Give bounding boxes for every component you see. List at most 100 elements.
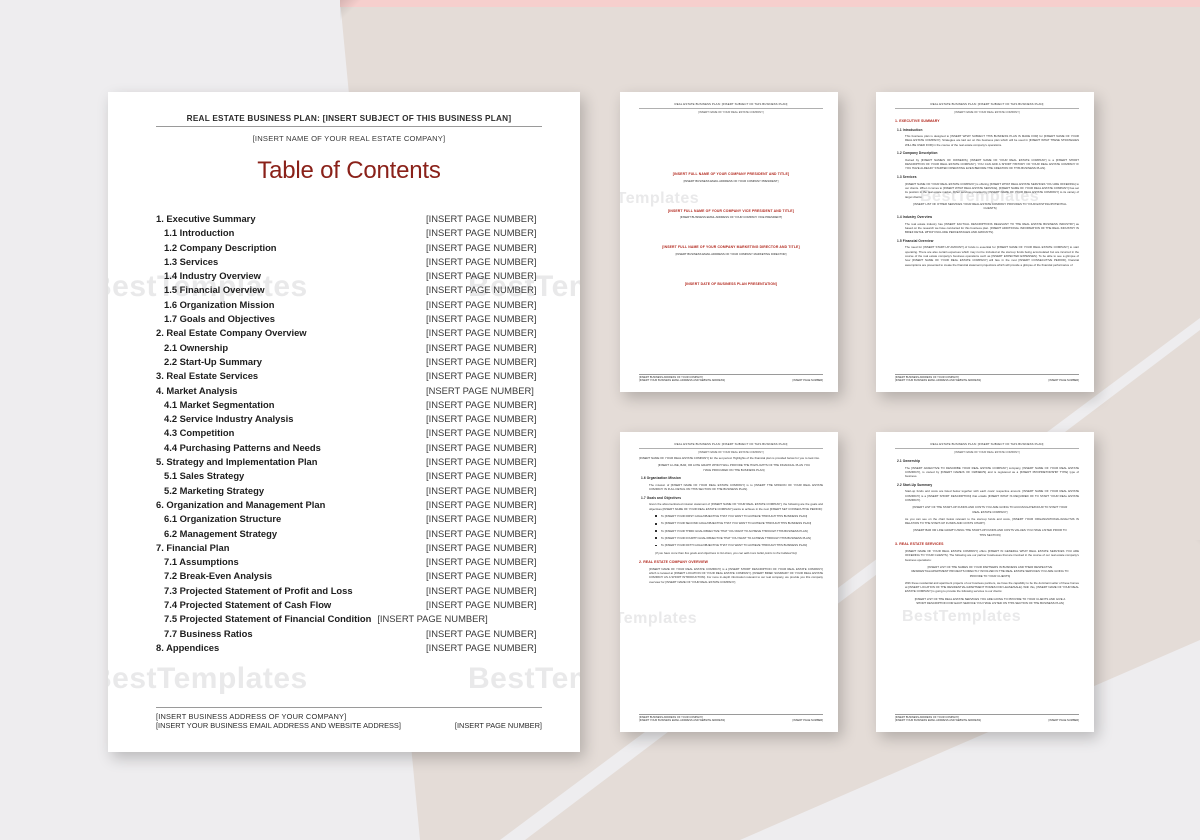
section-heading-company-overview: 2. REAL ESTATE COMPANY OVERVIEW	[639, 559, 709, 564]
toc-entry[interactable]: 7. Financial Plan [INSERT PAGE NUMBER]	[156, 541, 542, 555]
toc-entry[interactable]: 7.5 Projected Statement of Financial Con…	[156, 612, 542, 626]
toc-entry[interactable]: 7.4 Projected Statement of Cash Flow [INS…	[156, 598, 542, 612]
toc-entry[interactable]: 4.1 Market Segmentation [INSERT PAGE NUMB…	[156, 398, 542, 412]
toc-entry-label: 1.3 Services	[164, 255, 219, 267]
toc-entry[interactable]: 6.2 Management Strategy [INSERT PAGE NUMB…	[156, 527, 542, 541]
toc-entry[interactable]: 1.3 Services [INSERT PAGE NUMBER]	[156, 255, 542, 269]
document-page-contacts[interactable]: BestTemplates REAL ESTATE BUSINESS PLAN:…	[620, 92, 838, 392]
footer-page-number: [INSERT PAGE NUMBER]	[792, 719, 823, 722]
toc-entry[interactable]: 4.2 Service Industry Analysis [INSERT PAG…	[156, 412, 542, 426]
toc-entry-label: 1.2 Company Description	[164, 241, 277, 253]
placeholder-startup-list: [INSERT LIST OF THE START-UP FUNDS AND C…	[912, 505, 1068, 514]
toc-entry-label: 5.1 Sales Strategy	[164, 470, 245, 482]
toc-entry-page-number: [INSERT PAGE NUMBER]	[426, 270, 537, 282]
section-heading-real-estate-services: 3. REAL ESTATE SERVICES	[895, 542, 944, 547]
toc-entry-label: 1. Executive Summary	[156, 213, 256, 224]
toc-entry[interactable]: 1.5 Financial Overview [INSERT PAGE NUMBE…	[156, 283, 542, 297]
toc-entry[interactable]: 1.2 Company Description [INSERT PAGE NUMB…	[156, 241, 542, 255]
toc-entry[interactable]: 1.4 Industry Overview [INSERT PAGE NUMBER…	[156, 269, 542, 283]
footer-email: [INSERT YOUR BUSINESS EMAIL ADDRESS AND …	[156, 721, 401, 730]
toc-entry[interactable]: 1.7 Goals and Objectives [INSERT PAGE NUM…	[156, 312, 542, 326]
footer-page-number: [INSERT PAGE NUMBER]	[1048, 719, 1079, 722]
company-name-line: [INSERT NAME OF YOUR REAL ESTATE COMPANY…	[954, 451, 1020, 454]
goal-bullet-item: To [INSERT YOUR FIFTH GOAL/OBJECTIVE THA…	[655, 543, 823, 547]
toc-entry-label: 7. Financial Plan	[156, 541, 230, 553]
toc-entry[interactable]: 8. Appendices [INSERT PAGE NUMBER]	[156, 641, 542, 655]
table-of-contents-list: 1. Executive Summary [INSERT PAGE NUMBER]…	[156, 212, 542, 655]
toc-entry-page-number: [INSERT PAGE NUMBER]	[426, 427, 537, 439]
toc-entry-label: 2.2 Start-Up Summary	[164, 355, 262, 367]
toc-entry-label: 4.3 Competition	[164, 427, 235, 439]
paragraph-ownership: The [INSERT ADJECTIVE TO DESCRIBE YOUR R…	[905, 465, 1079, 479]
toc-entry-page-number: [INSERT PAGE NUMBER]	[426, 227, 537, 239]
placeholder-startup-graph-note: [INSERT BAR OR LINE GRAPH USING THE STAR…	[913, 528, 1067, 537]
subsection-heading-startup-summary: 2.2 Start-Up Summary	[897, 482, 933, 487]
document-page-table-of-contents[interactable]: BestTemplates BestTemplates BestTemplate…	[108, 92, 580, 752]
toc-entry-label: 4.2 Service Industry Analysis	[164, 413, 294, 425]
toc-entry[interactable]: 7.1 Assumptions [INSERT PAGE NUMBER]	[156, 555, 542, 569]
toc-entry-label: 7.7 Business Ratios	[164, 627, 253, 639]
toc-entry[interactable]: 5.2 Marketing Strategy [INSERT PAGE NUMBE…	[156, 484, 542, 498]
toc-entry[interactable]: 1. Executive Summary [INSERT PAGE NUMBER]	[156, 212, 542, 226]
placeholder-services-list: [INSERT LIST OF OTHER SERVICES YOUR REAL…	[913, 201, 1067, 211]
footer-email: [INSERT YOUR BUSINESS EMAIL ADDRESS AND …	[895, 719, 981, 722]
toc-entry[interactable]: 5. Strategy and Implementation Plan [INSE…	[156, 455, 542, 469]
toc-entry-label: 7.1 Assumptions	[164, 556, 239, 568]
toc-entry[interactable]: 3. Real Estate Services [INSERT PAGE NUMB…	[156, 369, 542, 383]
toc-entry[interactable]: 4.4 Purchasing Patterns and Needs [INSERT…	[156, 441, 542, 455]
page-title: Table of Contents	[257, 157, 441, 184]
toc-entry[interactable]: 1.1 Introduction [INSERT PAGE NUMBER]	[156, 226, 542, 240]
toc-entry-page-number: [INSERT PAGE NUMBER]	[377, 613, 488, 625]
toc-entry[interactable]: 7.3 Projected Statement of Profit and Lo…	[156, 584, 542, 598]
toc-entry-page-number: [INSERT PAGE NUMBER]	[426, 470, 537, 482]
toc-entry-label: 6.2 Management Strategy	[164, 527, 278, 539]
toc-entry-label: 1.4 Industry Overview	[164, 270, 261, 282]
subsection-heading-ownership: 2.1 Ownership	[897, 459, 921, 463]
page-header-title: REAL ESTATE BUSINESS PLAN: [INSERT SUBJE…	[895, 102, 1079, 109]
footer-email: [INSERT YOUR BUSINESS EMAIL ADDRESS AND …	[895, 379, 981, 382]
toc-entry[interactable]: 6.1 Organization Structure [INSERT PAGE N…	[156, 512, 542, 526]
toc-entry-page-number: [INSERT PAGE NUMBER]	[426, 284, 537, 296]
document-page-goals-and-objectives[interactable]: BestTemplates REAL ESTATE BUSINESS PLAN:…	[620, 432, 838, 732]
document-page-executive-summary[interactable]: BestTemplates REAL ESTATE BUSINESS PLAN:…	[876, 92, 1094, 392]
toc-entry-page-number: [INSERT PAGE NUMBER]	[426, 627, 537, 639]
footer-address: [INSERT BUSINESS ADDRESS OF YOUR COMPANY…	[156, 712, 347, 721]
toc-entry[interactable]: 7.2 Break-Even Analysis [INSERT PAGE NUMB…	[156, 569, 542, 583]
footer-divider	[895, 713, 1079, 715]
toc-entry[interactable]: 7.7 Business Ratios [INSERT PAGE NUMBER]	[156, 627, 542, 641]
goal-bullet-item: To [INSERT YOUR SECOND GOAL/OBJECTIVE TH…	[655, 521, 823, 525]
toc-entry[interactable]: 4.3 Competition [INSERT PAGE NUMBER]	[156, 426, 542, 440]
toc-entry-page-number: [INSERT PAGE NUMBER]	[426, 498, 537, 510]
watermark-text: BestTemplates	[468, 662, 580, 695]
toc-entry-page-number: [INSERT PAGE NUMBER]	[426, 355, 537, 367]
paragraph-financial-continued: [INSERT NAME OF YOUR REAL ESTATE COMPANY…	[639, 456, 820, 460]
background-pink-strip	[340, 0, 1200, 7]
toc-entry-label: 7.3 Projected Statement of Profit and Lo…	[164, 584, 353, 596]
toc-entry[interactable]: 4. Market Analysis [NSERT PAGE NUMBER]	[156, 384, 542, 398]
toc-entry-page-number: [INSERT PAGE NUMBER]	[426, 398, 537, 410]
toc-entry-page-number: [INSERT PAGE NUMBER]	[426, 484, 537, 496]
presentation-date: [INSERT DATE OF BUSINESS PLAN PRESENTATI…	[684, 281, 778, 286]
toc-entry-page-number: [INSERT PAGE NUMBER]	[426, 327, 537, 339]
toc-entry[interactable]: 1.6 Organization Mission [INSERT PAGE NUM…	[156, 298, 542, 312]
paragraph-goals-intro: Given the aforementioned mission stateme…	[649, 502, 823, 511]
toc-entry[interactable]: 2.1 Ownership [INSERT PAGE NUMBER]	[156, 341, 542, 355]
toc-entry-page-number: [INSERT PAGE NUMBER]	[426, 570, 537, 582]
toc-entry-label: 5.2 Marketing Strategy	[164, 484, 265, 496]
toc-entry[interactable]: 5.1 Sales Strategy [INSERT PAGE NUMBER]	[156, 469, 542, 483]
toc-entry-page-number: [INSERT PAGE NUMBER]	[426, 241, 537, 253]
toc-entry[interactable]: 2. Real Estate Company Overview [INSERT P…	[156, 326, 542, 340]
company-name-line: [INSERT NAME OF YOUR REAL ESTATE COMPANY…	[252, 134, 446, 143]
watermark-text: BestTemplates	[108, 662, 308, 695]
goal-bullet-item: To [INSERT YOUR THIRD GOAL/OBJECTIVE THA…	[655, 529, 823, 533]
subsection-heading-industry-overview: 1.4 Industry Overview	[897, 215, 933, 220]
document-page-real-estate-services[interactable]: BestTemplates REAL ESTATE BUSINESS PLAN:…	[876, 432, 1094, 732]
page-footer: [INSERT BUSINESS ADDRESS OF YOUR COMPANY…	[895, 713, 1079, 722]
toc-entry[interactable]: 2.2 Start-Up Summary [INSERT PAGE NUMBER]	[156, 355, 542, 369]
toc-entry-label: 1.7 Goals and Objectives	[164, 313, 275, 325]
footer-page-number: [INSERT PAGE NUMBER]	[792, 379, 823, 382]
toc-entry[interactable]: 6. Organization and Management Plan [INSE…	[156, 498, 542, 512]
paragraph-services-capability: With these residential and apartment pro…	[905, 580, 1079, 594]
toc-entry-page-number: [INSERT PAGE NUMBER]	[426, 441, 537, 453]
section-heading-executive-summary: 1. EXECUTIVE SUMMARY	[895, 119, 940, 123]
